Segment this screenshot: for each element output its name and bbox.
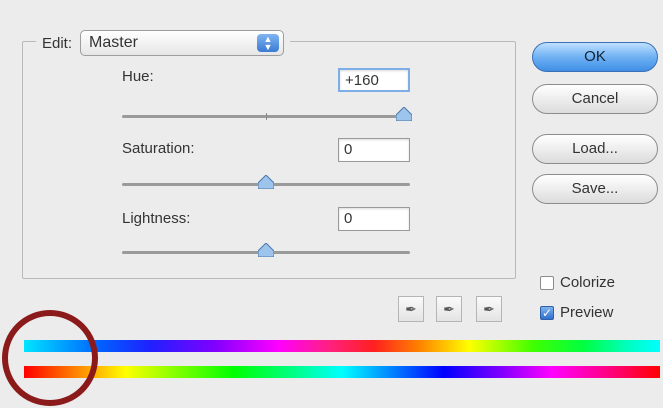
save-button[interactable]: Save... — [532, 174, 658, 204]
hue-field[interactable]: +160 — [338, 68, 410, 92]
hue-label: Hue: — [122, 68, 154, 85]
eyedropper-icon[interactable]: ✒ — [398, 296, 424, 322]
original-color-spectrum — [24, 366, 660, 378]
annotation-circle — [2, 310, 98, 406]
edit-select-value: Master — [89, 34, 138, 51]
preview-checkbox[interactable]: ✓ — [540, 305, 554, 320]
hue-slider[interactable] — [122, 107, 413, 121]
load-button[interactable]: Load... — [532, 134, 658, 164]
saturation-slider[interactable] — [122, 175, 410, 189]
eyedropper-plus-icon[interactable]: ✒ — [436, 296, 462, 322]
lightness-field[interactable]: 0 — [338, 207, 410, 231]
slider-thumb-icon[interactable] — [258, 175, 274, 189]
colorize-checkbox-row[interactable]: Colorize — [540, 274, 615, 291]
select-arrows-icon: ▲ ▼ — [257, 34, 280, 52]
edit-label: Edit: — [42, 34, 73, 52]
cancel-button[interactable]: Cancel — [532, 84, 658, 114]
saturation-field[interactable]: 0 — [338, 138, 410, 162]
edit-select[interactable]: Master ▲ ▼ — [80, 30, 285, 56]
hue-center-tick — [266, 113, 267, 120]
slider-thumb-icon[interactable] — [258, 243, 274, 257]
saturation-label: Saturation: — [122, 140, 195, 157]
eyedropper-minus-icon[interactable]: ✒ — [476, 296, 502, 322]
colorize-checkbox[interactable] — [540, 275, 554, 290]
preview-checkbox-row[interactable]: ✓ Preview — [540, 304, 613, 321]
adjusted-color-spectrum — [24, 340, 660, 352]
slider-thumb-icon[interactable] — [396, 107, 413, 121]
colorize-label: Colorize — [560, 274, 616, 291]
lightness-label: Lightness: — [122, 210, 191, 227]
edit-row: Edit: Master ▲ ▼ — [36, 28, 291, 58]
lightness-slider[interactable] — [122, 243, 410, 257]
ok-button[interactable]: OK — [532, 42, 658, 72]
preview-label: Preview — [560, 304, 614, 321]
